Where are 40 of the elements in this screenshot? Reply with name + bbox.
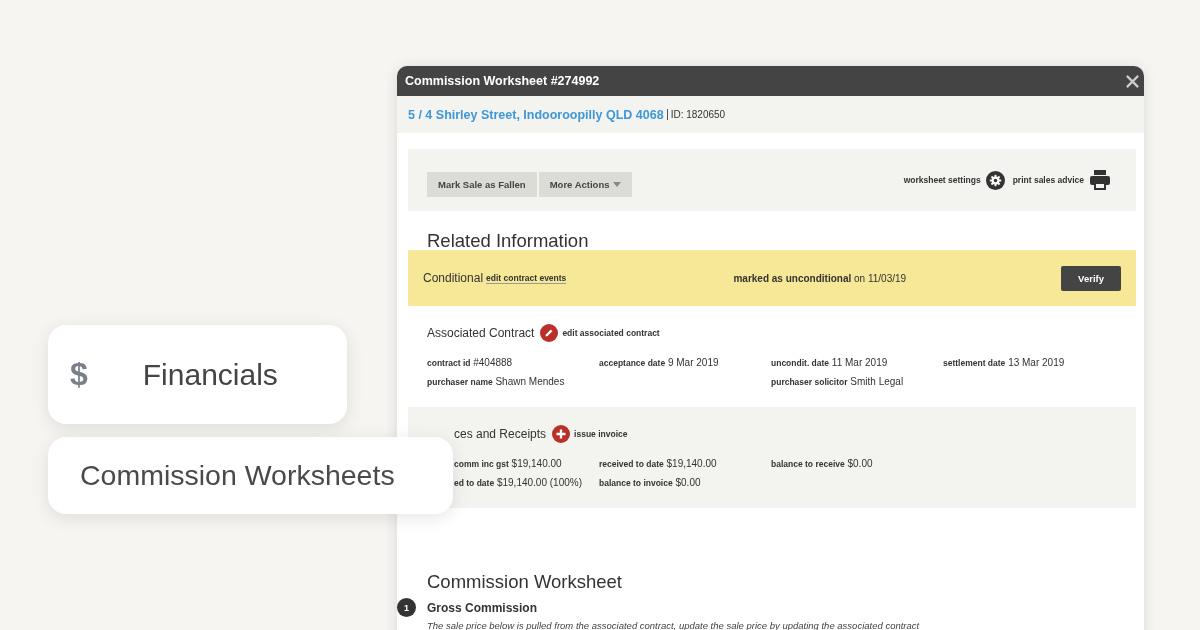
pencil-icon[interactable] bbox=[540, 324, 559, 342]
field-text: contract id #404888 bbox=[427, 356, 513, 368]
menu-card[interactable]: $ Financials bbox=[48, 325, 347, 424]
section-heading: Commission Worksheet bbox=[426, 570, 623, 593]
caret-icon bbox=[612, 181, 621, 187]
section-title: ces and Receipts bbox=[454, 427, 547, 441]
field-text: acceptance date 9 Mar 2019 bbox=[599, 356, 719, 368]
menu-card[interactable]: Commission Worksheets bbox=[48, 437, 453, 514]
close-icon[interactable] bbox=[1125, 73, 1140, 89]
field-text: purchaser name Shawn Mendes bbox=[427, 375, 565, 387]
settings-icon[interactable] bbox=[985, 170, 1005, 190]
issue-invoice-link[interactable]: issue invoice bbox=[574, 429, 628, 439]
field-text: balance to receive $0.00 bbox=[771, 457, 873, 469]
edit-contract-link[interactable]: edit associated contract bbox=[562, 328, 660, 338]
toolbar-link[interactable]: print sales advice bbox=[1012, 175, 1084, 185]
toolbar-link[interactable]: worksheet settings bbox=[903, 175, 981, 185]
field-text: settlement date 13 Mar 2019 bbox=[943, 356, 1065, 368]
section-title: Associated Contract bbox=[427, 326, 535, 340]
menu-label: Financials bbox=[142, 357, 278, 392]
dollar-icon: $ bbox=[70, 356, 88, 393]
menu-label: Commission Worksheets bbox=[80, 459, 395, 492]
property-id: ID: 1820650 bbox=[670, 109, 726, 120]
field-text: ed to date $19,140.00 (100%) bbox=[454, 476, 582, 488]
section-heading: Related Information bbox=[426, 229, 590, 250]
field-text: uncondit. date 11 Mar 2019 bbox=[771, 356, 888, 368]
status-note: marked as unconditional on 11/03/19 bbox=[733, 272, 907, 284]
edit-events-link[interactable]: edit contract events bbox=[486, 272, 567, 284]
action-button[interactable]: More Actions bbox=[538, 171, 632, 197]
action-button[interactable]: Mark Sale as Fallen bbox=[427, 171, 537, 197]
window-title: Commission Worksheet #274992 bbox=[405, 74, 600, 88]
verify-button[interactable]: Verify bbox=[1061, 265, 1121, 291]
field-text: received to date $19,140.00 bbox=[599, 457, 717, 469]
status-text: Conditional bbox=[423, 271, 484, 285]
step-number: 1 bbox=[397, 598, 416, 617]
field-text: comm inc gst $19,140.00 bbox=[454, 457, 562, 469]
step-title: Gross Commission bbox=[427, 600, 538, 615]
field-text: balance to invoice $0.00 bbox=[599, 476, 701, 488]
plus-icon[interactable] bbox=[552, 425, 571, 443]
field-text: purchaser solicitor Smith Legal bbox=[771, 375, 904, 387]
printer-icon[interactable] bbox=[1089, 169, 1111, 191]
